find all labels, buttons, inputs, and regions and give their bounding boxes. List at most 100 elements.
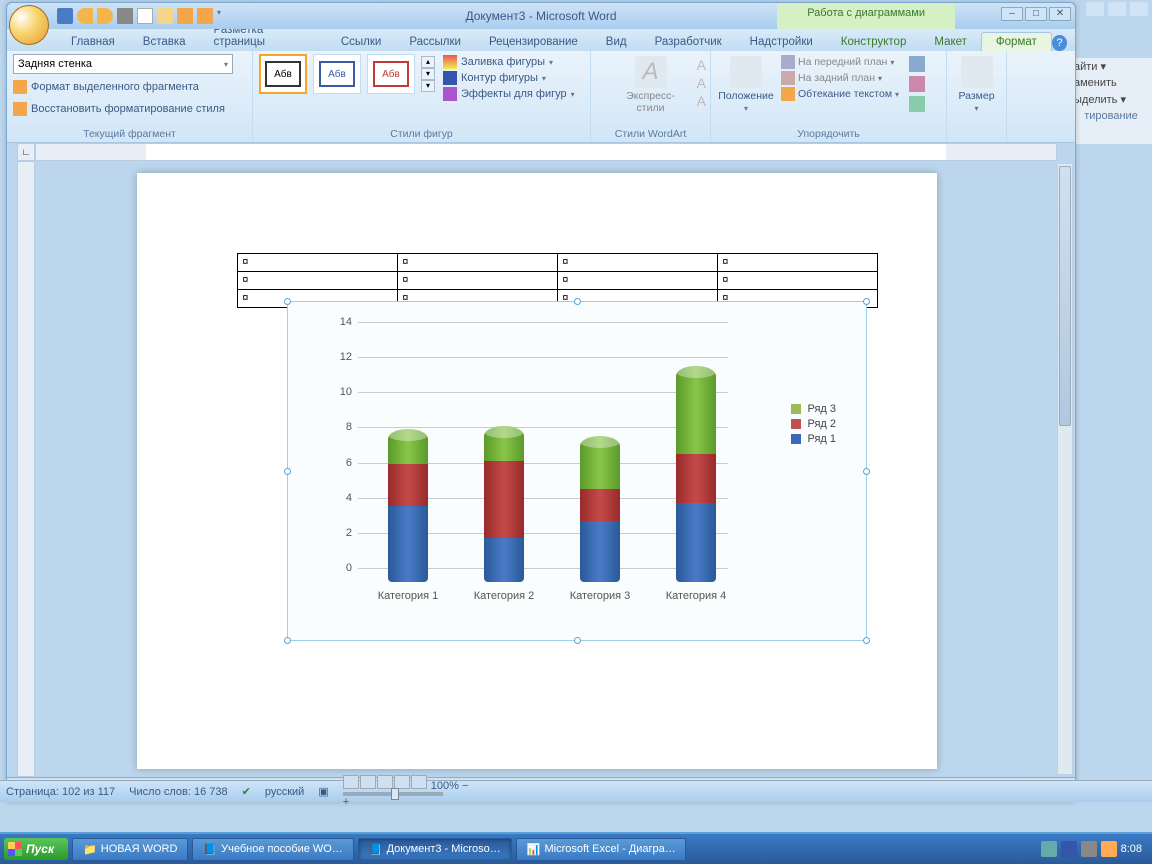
undo-icon[interactable] (77, 8, 93, 24)
horizontal-ruler[interactable] (35, 143, 1057, 161)
tab-chart-layout[interactable]: Макет (920, 33, 981, 51)
size-button[interactable]: Размер▾ (953, 54, 1000, 114)
chart-element-selector[interactable]: Задняя стенка ▾ (13, 54, 233, 74)
zoom-slider-outer[interactable] (343, 792, 443, 796)
taskbar-item[interactable]: 📘 Учебное пособие WO… (192, 838, 353, 861)
document-table[interactable]: ¤¤¤¤ ¤¤¤¤ ¤¤¤¤ (237, 253, 878, 308)
status-language-outer[interactable]: русский (265, 786, 304, 798)
tray-icon[interactable] (1041, 841, 1057, 857)
align-icon (909, 56, 925, 72)
outer-find[interactable]: айти ▾ (1070, 58, 1152, 75)
shape-style-gallery[interactable]: Абв Абв Абв ▴ ▾ ▾ (259, 54, 435, 94)
quickprint-icon[interactable] (117, 8, 133, 24)
tab-view[interactable]: Вид (592, 33, 641, 51)
vertical-scrollbar[interactable] (1057, 163, 1073, 775)
reset-style-button[interactable]: Восстановить форматирование стиля (13, 100, 246, 118)
tab-format[interactable]: Формат (981, 32, 1052, 51)
group-label-arrange: Упорядочить (717, 125, 940, 142)
shape-style-3[interactable]: Абв (367, 54, 415, 94)
shape-effects-button[interactable]: Эффекты для фигур▾ (443, 86, 575, 102)
taskbar-item[interactable]: 📁 НОВАЯ WORD (72, 838, 188, 861)
resize-handle[interactable] (863, 637, 870, 644)
system-tray[interactable]: 8:08 (1041, 841, 1148, 857)
tab-review[interactable]: Рецензирование (475, 33, 592, 51)
shape-style-1[interactable]: Абв (259, 54, 307, 94)
tab-mailings[interactable]: Рассылки (395, 33, 475, 51)
position-button[interactable]: Положение▾ (717, 54, 775, 114)
tab-insert[interactable]: Вставка (129, 33, 200, 51)
resize-handle[interactable] (863, 468, 870, 475)
taskbar-item-active[interactable]: 📘 Документ3 - Microso… (358, 838, 512, 861)
resize-handle[interactable] (284, 637, 291, 644)
zoom-in-icon[interactable]: + (343, 796, 349, 808)
spell-icon[interactable] (177, 8, 193, 24)
resize-handle[interactable] (863, 298, 870, 305)
resize-handle[interactable] (284, 468, 291, 475)
wrap-icon (781, 87, 795, 101)
zoom-out-icon[interactable]: − (462, 780, 468, 792)
gallery-down-icon[interactable]: ▾ (421, 68, 435, 80)
chart-object[interactable]: 02468101214Категория 1Категория 2Категор… (287, 301, 867, 641)
scroll-thumb[interactable] (1059, 166, 1071, 426)
save-icon[interactable] (57, 8, 73, 24)
status-bar-outer: Страница: 102 из 117 Число слов: 16 738 … (0, 780, 1152, 802)
taskbar-item[interactable]: 📊 Microsoft Excel - Диагра… (516, 838, 686, 861)
open-icon[interactable] (157, 8, 173, 24)
chart-plot-area[interactable]: 02468101214Категория 1Категория 2Категор… (358, 322, 728, 582)
tab-selector[interactable]: ∟ (17, 143, 35, 161)
bring-front-button: На передний план▾ (781, 54, 899, 70)
outer-max-icon[interactable] (1108, 2, 1126, 16)
close-icon[interactable]: ✕ (1049, 7, 1071, 21)
resize-handle[interactable] (574, 298, 581, 305)
text-wrap-button[interactable]: Обтекание текстом▾ (781, 86, 899, 102)
format-selection-button[interactable]: Формат выделенного фрагмента (13, 78, 246, 96)
outer-group-label: тирование (1070, 108, 1152, 124)
tray-icon[interactable] (1081, 841, 1097, 857)
shape-fill-button[interactable]: Заливка фигуры▾ (443, 54, 575, 70)
minimize-icon[interactable]: – (1001, 7, 1023, 21)
office-button[interactable] (9, 5, 49, 45)
text-fill-icon: A (697, 57, 706, 73)
shape-style-2[interactable]: Абв (313, 54, 361, 94)
status-words-outer[interactable]: Число слов: 16 738 (129, 786, 227, 798)
resize-handle[interactable] (574, 637, 581, 644)
tray-icon[interactable] (1101, 841, 1117, 857)
tab-developer[interactable]: Разработчик (641, 33, 736, 51)
chevron-down-icon: ▾ (224, 60, 228, 69)
qat-more-icon[interactable]: ▾ (217, 8, 225, 24)
vertical-ruler[interactable] (17, 161, 35, 777)
redo-icon[interactable] (97, 8, 113, 24)
outer-replace[interactable]: аменить (1070, 75, 1152, 91)
paint-icon[interactable] (197, 8, 213, 24)
resize-handle[interactable] (284, 298, 291, 305)
group-label-size (953, 125, 1000, 142)
window-title: Документ3 - Microsoft Word (465, 9, 616, 23)
outer-select[interactable]: ыделить ▾ (1070, 91, 1152, 108)
new-icon[interactable] (137, 8, 153, 24)
outer-min-icon[interactable] (1086, 2, 1104, 16)
tab-references[interactable]: Ссылки (327, 33, 396, 51)
zoom-level-outer[interactable]: 100% (431, 780, 459, 792)
status-page-outer[interactable]: Страница: 102 из 117 (6, 786, 115, 798)
context-tools-label: Работа с диаграммами (777, 3, 955, 29)
group-label-wordart: Стили WordArt (597, 125, 704, 142)
gallery-more-icon[interactable]: ▾ (421, 80, 435, 92)
spell-check-icon[interactable]: ✔ (242, 785, 251, 798)
macro-rec-icon[interactable]: ▣ (318, 785, 328, 798)
tab-addins[interactable]: Надстройки (736, 33, 827, 51)
view-buttons-outer[interactable] (343, 780, 428, 792)
tray-clock[interactable]: 8:08 (1121, 843, 1142, 855)
chart-legend[interactable]: Ряд 3Ряд 2Ряд 1 (791, 400, 836, 448)
tab-home[interactable]: Главная (57, 33, 129, 51)
document-page[interactable]: ¤¤¤¤ ¤¤¤¤ ¤¤¤¤ 02468101214Категория 1Кат… (137, 173, 937, 769)
restore-icon[interactable]: □ (1025, 7, 1047, 21)
tray-lang-icon[interactable] (1061, 841, 1077, 857)
gallery-up-icon[interactable]: ▴ (421, 56, 435, 68)
help-icon[interactable]: ? (1052, 35, 1067, 51)
outer-close-icon[interactable] (1130, 2, 1148, 16)
shape-outline-button[interactable]: Контур фигуры▾ (443, 70, 575, 86)
rotate-icon (909, 96, 925, 112)
wordart-icon: A (635, 56, 667, 88)
start-button[interactable]: Пуск (4, 838, 68, 860)
tab-design[interactable]: Конструктор (827, 33, 921, 51)
